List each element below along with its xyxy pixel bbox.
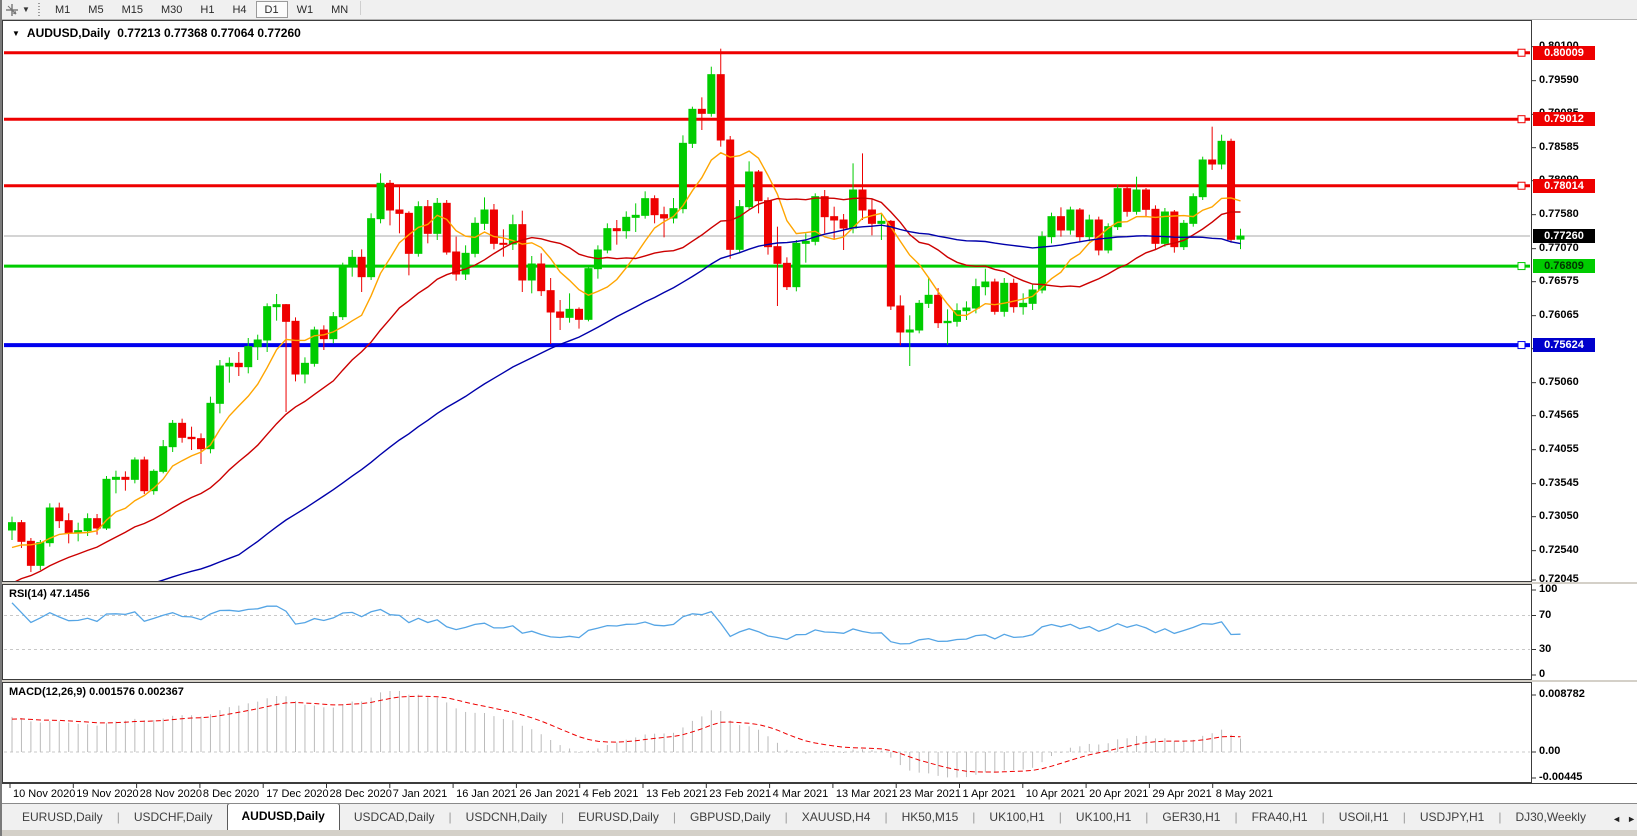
hline-price-label[interactable]: 0.75624 bbox=[1533, 338, 1595, 353]
collapse-triangle-icon[interactable]: ▼ bbox=[12, 29, 20, 38]
date-axis-label: 7 Jan 2021 bbox=[392, 788, 448, 800]
chart-tabs-bar: EURUSD,Daily | USDCHF,Daily AUDUSD,Daily USD… bbox=[2, 803, 1637, 830]
hline-price-label[interactable]: 0.80009 bbox=[1533, 45, 1595, 60]
dropdown-caret-icon[interactable]: ▼ bbox=[22, 5, 34, 14]
date-axis-label: 13 Feb 2021 bbox=[646, 788, 708, 800]
tab-usdjpy-h1[interactable]: USDJPY,H1 bbox=[1406, 805, 1498, 830]
date-axis-label: 23 Feb 2021 bbox=[709, 788, 772, 800]
hline-price-label[interactable]: 0.79012 bbox=[1533, 112, 1595, 127]
timeframe-toolbar: M1 M5 M15 M30 H1 H4 D1 W1 MN bbox=[46, 1, 364, 18]
price-tick-label: 0.77070 bbox=[1539, 241, 1579, 254]
tab-gbpusd-daily[interactable]: GBPUSD,Daily bbox=[676, 805, 785, 830]
date-axis-label: 17 Dec 2020 bbox=[266, 788, 329, 800]
current-price-label: 0.77260 bbox=[1533, 229, 1595, 243]
timeframe-button-h1[interactable]: H1 bbox=[191, 1, 223, 18]
tab-audusd-daily[interactable]: AUDUSD,Daily bbox=[226, 804, 340, 830]
price-axis: 0.801000.795900.790850.785850.780900.775… bbox=[1532, 20, 1637, 783]
tab-eurusd-daily[interactable]: EURUSD,Daily bbox=[8, 805, 117, 830]
tab-scroll-right-icon[interactable]: ► bbox=[1627, 814, 1636, 824]
date-axis-label: 29 Apr 2021 bbox=[1152, 788, 1212, 800]
tab-fra40-h1[interactable]: FRA40,H1 bbox=[1238, 805, 1322, 830]
price-tick-label: 0.75060 bbox=[1539, 375, 1579, 388]
toolbar: ▼ M1 M5 M15 M30 H1 H4 D1 W1 MN bbox=[2, 0, 1637, 20]
chart-tabs: EURUSD,Daily | USDCHF,Daily AUDUSD,Daily USD… bbox=[2, 804, 1594, 830]
tab-usdcad-daily[interactable]: USDCAD,Daily bbox=[340, 805, 449, 830]
crosshair-glyph bbox=[6, 3, 18, 16]
rsi-panel[interactable] bbox=[2, 584, 1532, 680]
date-axis-label: 8 May 2021 bbox=[1215, 788, 1274, 800]
date-axis: 10 Nov 2020 19 Nov 2020 28 Nov 2020 8 Dec 2… bbox=[2, 783, 1637, 803]
timeframe-button-d1[interactable]: D1 bbox=[255, 1, 288, 18]
tab-usdcnh-daily[interactable]: USDCNH,Daily bbox=[452, 805, 561, 830]
timeframe-button-m5[interactable]: M5 bbox=[79, 1, 112, 18]
rsi-tick-label: 0 bbox=[1539, 668, 1546, 680]
crosshair-tool-icon[interactable] bbox=[2, 2, 22, 18]
chart-symbol-label: AUDUSD,Daily bbox=[26, 26, 111, 40]
timeframe-button-m1[interactable]: M1 bbox=[46, 1, 79, 18]
macd-tick-label: 0.00 bbox=[1539, 745, 1561, 757]
date-axis-label: 26 Jan 2021 bbox=[519, 788, 580, 800]
tab-uk100-h1[interactable]: UK100,H1 bbox=[975, 805, 1058, 830]
price-tick-label: 0.78585 bbox=[1539, 140, 1579, 153]
date-axis-label: 28 Nov 2020 bbox=[139, 788, 202, 800]
date-axis-label: 19 Nov 2020 bbox=[76, 788, 139, 800]
chart-title: ▼ AUDUSD,Daily 0.77213 0.77368 0.77064 0… bbox=[12, 26, 301, 40]
tab-eurusd-daily[interactable]: EURUSD,Daily bbox=[564, 805, 673, 830]
timeframe-button-w1[interactable]: W1 bbox=[288, 1, 323, 18]
tab-usdchf-daily[interactable]: USDCHF,Daily bbox=[120, 805, 227, 830]
panel-separator[interactable] bbox=[2, 582, 1637, 584]
price-tick-label: 0.77580 bbox=[1539, 207, 1579, 220]
price-tick-label: 0.76575 bbox=[1539, 274, 1579, 287]
price-tick-label: 0.72540 bbox=[1539, 543, 1579, 556]
chart-ohlc-values: 0.77213 0.77368 0.77064 0.77260 bbox=[117, 26, 301, 40]
date-axis-label: 10 Apr 2021 bbox=[1025, 788, 1086, 800]
date-axis-label: 28 Dec 2020 bbox=[329, 788, 392, 800]
hline-price-label[interactable]: 0.78014 bbox=[1533, 178, 1595, 193]
mt4-window: ▼ M1M5M15M30H1H4D1W1MN 0.801000.795900.7… bbox=[0, 0, 1637, 836]
rsi-tick-label: 30 bbox=[1539, 642, 1552, 655]
date-axis-label: 4 Feb 2021 bbox=[582, 788, 639, 800]
tab-hk50-m15[interactable]: HK50,M15 bbox=[888, 805, 973, 830]
rsi-tick-label: 100 bbox=[1539, 583, 1558, 595]
date-axis-label: 8 Dec 2020 bbox=[202, 788, 260, 800]
timeframe-button-mn[interactable]: MN bbox=[322, 1, 357, 18]
date-axis-label: 16 Jan 2021 bbox=[456, 788, 517, 800]
macd-indicator-label: MACD(12,26,9) 0.001576 0.002367 bbox=[9, 686, 184, 698]
date-axis-label: 4 Mar 2021 bbox=[772, 788, 829, 800]
timeframe-button-m30[interactable]: M30 bbox=[152, 1, 191, 18]
hline-price-label[interactable]: 0.76809 bbox=[1533, 259, 1595, 274]
date-axis-label: 20 Apr 2021 bbox=[1089, 788, 1149, 800]
price-tick-label: 0.76065 bbox=[1539, 308, 1579, 321]
date-axis-label: 13 Mar 2021 bbox=[835, 788, 898, 800]
tab-xauusd-h4[interactable]: XAUUSD,H4 bbox=[788, 805, 885, 830]
price-tick-label: 0.74565 bbox=[1539, 408, 1579, 421]
tab-usoil-h1[interactable]: USOil,H1 bbox=[1325, 805, 1403, 830]
panel-separator[interactable] bbox=[2, 680, 1637, 682]
price-tick-label: 0.73545 bbox=[1539, 476, 1579, 489]
date-axis-label: 10 Nov 2020 bbox=[13, 788, 76, 800]
tab-uk100-h1[interactable]: UK100,H1 bbox=[1062, 805, 1145, 830]
price-tick-label: 0.73050 bbox=[1539, 509, 1579, 522]
tab-dj30-weekly[interactable]: DJ30,Weekly bbox=[1501, 805, 1594, 830]
price-chart-panel[interactable] bbox=[2, 20, 1532, 582]
tab-ger30-h1[interactable]: GER30,H1 bbox=[1148, 805, 1234, 830]
macd-panel[interactable] bbox=[2, 682, 1532, 783]
toolbar-drag-handle[interactable] bbox=[38, 2, 40, 17]
timeframe-button-h4[interactable]: H4 bbox=[223, 1, 255, 18]
tab-scroll-left-icon[interactable]: ◄ bbox=[1612, 814, 1621, 824]
price-tick-label: 0.79590 bbox=[1539, 73, 1579, 86]
toolbar-separator bbox=[360, 1, 362, 15]
tab-scroll-arrows: ◄ ► bbox=[1612, 814, 1636, 824]
macd-tick-label: 0.008782 bbox=[1539, 688, 1585, 700]
timeframe-button-m15[interactable]: M15 bbox=[113, 1, 152, 18]
window-bottom-edge bbox=[2, 830, 1637, 836]
macd-tick-label: -0.00445 bbox=[1539, 771, 1583, 783]
date-axis-label: 23 Mar 2021 bbox=[899, 788, 961, 800]
price-tick-label: 0.74055 bbox=[1539, 442, 1579, 455]
rsi-indicator-label: RSI(14) 47.1456 bbox=[9, 588, 90, 600]
rsi-tick-label: 70 bbox=[1539, 608, 1552, 621]
date-axis-label: 1 Apr 2021 bbox=[962, 788, 1016, 800]
